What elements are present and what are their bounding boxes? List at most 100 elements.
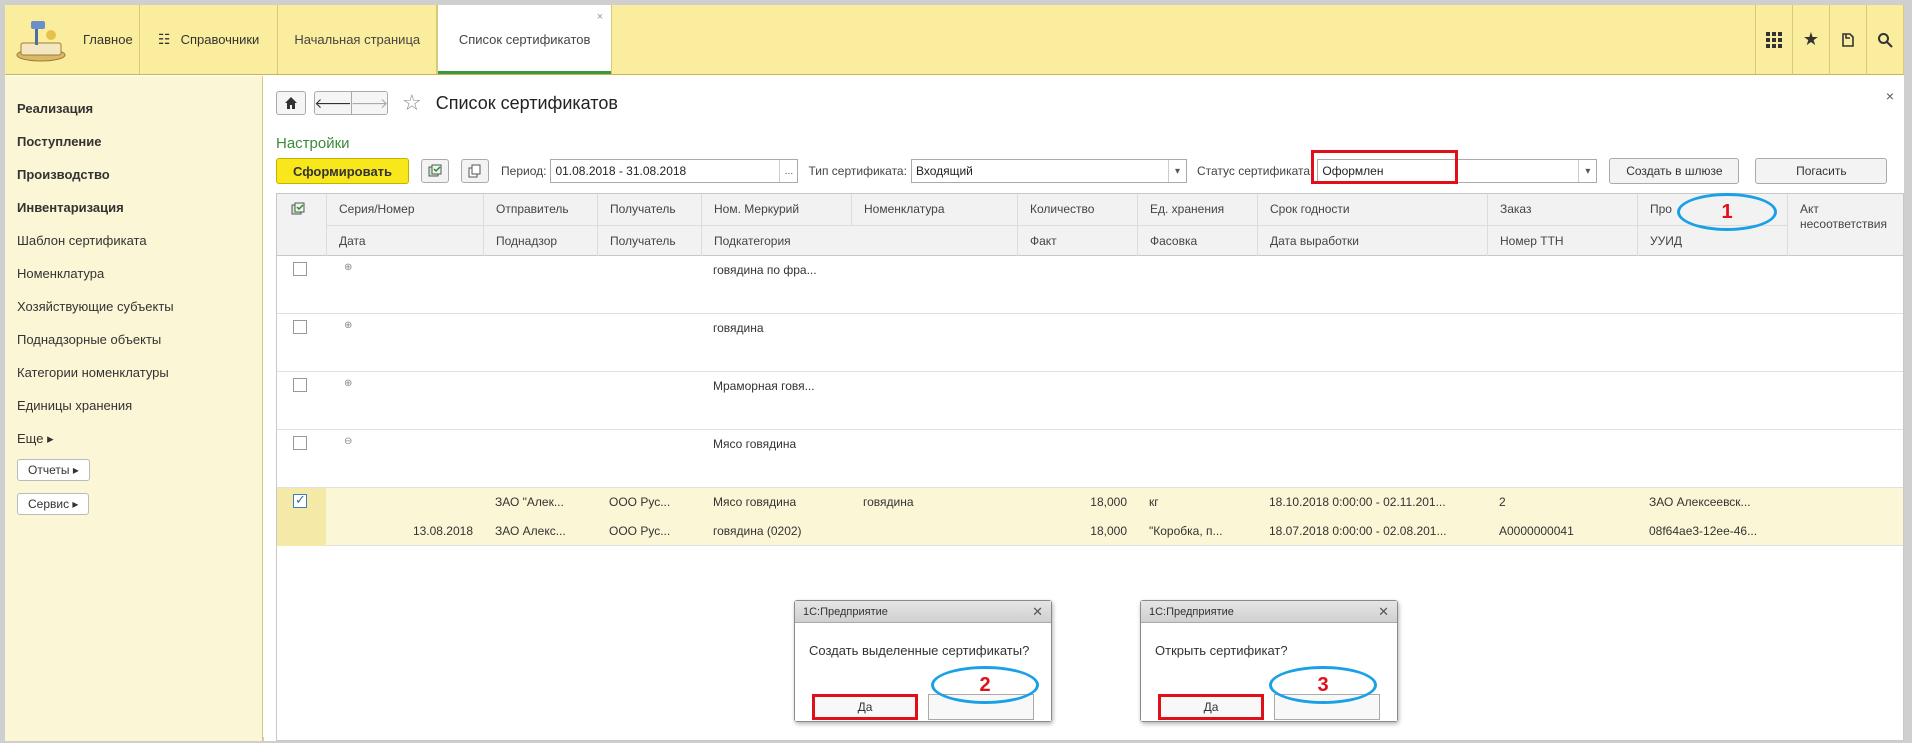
history-icon[interactable] bbox=[1830, 4, 1867, 75]
col-storage-unit[interactable]: Ед. хранения bbox=[1137, 194, 1257, 225]
chevron-down-icon[interactable]: ▾ bbox=[1167, 160, 1186, 182]
period-select-button[interactable]: ... bbox=[779, 160, 797, 182]
period-value: 01.08.2018 - 31.08.2018 bbox=[555, 164, 687, 178]
col-order[interactable]: Заказ bbox=[1487, 194, 1637, 225]
table-row[interactable]: ⊕ Мраморная говя... bbox=[277, 372, 1903, 430]
cell-subcategory: говядина (0202) bbox=[713, 524, 802, 538]
expand-icon[interactable]: ⊕ bbox=[344, 262, 352, 273]
period-label: Период: bbox=[501, 164, 547, 178]
main-content: 🡐 🡒 ☆ Список сертификатов × Настройки Сф… bbox=[264, 76, 1904, 741]
cell-storage-unit: кг bbox=[1149, 495, 1159, 509]
certificate-type-field[interactable]: Входящий ▾ bbox=[910, 159, 1187, 183]
cell-nomenclature: говядина bbox=[863, 495, 914, 509]
collapse-icon[interactable]: ⊖ bbox=[344, 436, 352, 447]
references-label: Справочники bbox=[180, 32, 260, 47]
expand-icon[interactable]: ⊕ bbox=[344, 320, 352, 331]
forward-arrow-icon[interactable]: 🡒 bbox=[351, 92, 387, 114]
certificates-table: Серия/Номер Отправитель Получатель Ном. … bbox=[276, 193, 1904, 741]
sidebar-item-supervised-objects[interactable]: Поднадзорные объекты bbox=[5, 323, 262, 356]
tab-start-page[interactable]: Начальная страница bbox=[278, 5, 438, 74]
col-subcategory[interactable]: Подкатегория bbox=[701, 225, 1017, 256]
col-receiver[interactable]: Получатель bbox=[597, 194, 701, 225]
dialog-close-icon[interactable]: ✕ bbox=[1032, 601, 1043, 623]
cell-producer: ЗАО Алексеевск... bbox=[1649, 495, 1751, 509]
sidebar-item-certificate-template[interactable]: Шаблон сертификата bbox=[5, 224, 262, 257]
table-row[interactable]: ⊖ Мясо говядина bbox=[277, 430, 1903, 488]
cell-uuid: 08f64ae3-12ee-46... bbox=[1649, 524, 1758, 538]
cell-expiry: 18.10.2018 0:00:00 - 02.11.201... bbox=[1269, 495, 1446, 509]
col-fact[interactable]: Факт bbox=[1017, 225, 1137, 256]
sidebar-item-sales[interactable]: Реализация bbox=[5, 92, 262, 125]
redeem-button[interactable]: Погасить bbox=[1755, 158, 1888, 184]
service-button[interactable]: Сервис ▸ bbox=[17, 493, 90, 515]
cell-ttn-number: А0000000041 bbox=[1499, 524, 1574, 538]
col-nomenclature[interactable]: Номенклатура bbox=[851, 194, 1017, 225]
table-row-selected[interactable]: ЗАО "Алек... ООО Рус... Мясо говядина го… bbox=[277, 488, 1903, 546]
sidebar-item-inventory[interactable]: Инвентаризация bbox=[5, 191, 262, 224]
period-field[interactable]: 01.08.2018 - 31.08.2018 ... bbox=[550, 159, 799, 183]
col-production-date[interactable]: Дата выработки bbox=[1257, 225, 1487, 256]
sidebar-item-storage-units[interactable]: Единицы хранения bbox=[5, 389, 262, 422]
cell-order: 2 bbox=[1499, 495, 1506, 509]
check-all-icon[interactable] bbox=[421, 159, 450, 183]
reports-button[interactable]: Отчеты ▸ bbox=[17, 459, 90, 481]
generate-button[interactable]: Сформировать bbox=[276, 158, 410, 184]
col-supervised[interactable]: Поднадзор bbox=[483, 225, 597, 256]
settings-link[interactable]: Настройки bbox=[276, 135, 350, 152]
tab-close-icon[interactable]: × bbox=[597, 11, 603, 23]
certificate-type-label: Тип сертификата: bbox=[808, 164, 907, 178]
chevron-down-icon[interactable]: ▾ bbox=[1578, 160, 1596, 182]
page-title: Список сертификатов bbox=[435, 92, 618, 113]
cell-date: 13.08.2018 bbox=[412, 524, 473, 538]
col-date[interactable]: Дата bbox=[326, 225, 483, 256]
col-nonconformity-act[interactable]: Акт несоответствия bbox=[1787, 194, 1903, 256]
col-ttn-number[interactable]: Номер ТТН bbox=[1487, 225, 1637, 256]
favorite-star-icon[interactable]: ☆ bbox=[402, 90, 422, 116]
header-row: 🡐 🡒 ☆ Список сертификатов bbox=[276, 90, 618, 116]
dialog-title: 1С:Предприятие ✕ bbox=[795, 601, 1051, 623]
col-packaging[interactable]: Фасовка bbox=[1137, 225, 1257, 256]
home-section[interactable]: Главное bbox=[5, 5, 140, 74]
row-checkbox[interactable] bbox=[293, 436, 307, 450]
copy-icon[interactable] bbox=[461, 159, 490, 183]
row-checkbox[interactable] bbox=[293, 262, 307, 276]
search-icon[interactable] bbox=[1867, 4, 1904, 75]
sidebar-item-more[interactable]: Еще ▸ bbox=[5, 422, 262, 455]
tab-certificate-list[interactable]: Список сертификатов × bbox=[437, 5, 613, 74]
apps-grid-icon[interactable] bbox=[1756, 4, 1793, 75]
star-icon[interactable]: ★ bbox=[1793, 4, 1830, 75]
col-series-number[interactable]: Серия/Номер bbox=[326, 194, 483, 225]
cell-sender: ЗАО "Алек... bbox=[495, 495, 564, 509]
dialog-close-icon[interactable]: ✕ bbox=[1378, 601, 1389, 623]
sidebar-item-nomenclature[interactable]: Номенклатура bbox=[5, 257, 262, 290]
col-receiver-2[interactable]: Получатель bbox=[597, 225, 701, 256]
back-arrow-icon[interactable]: 🡐 bbox=[315, 92, 352, 114]
create-in-gateway-button[interactable]: Создать в шлюзе bbox=[1609, 158, 1740, 184]
sidebar-item-business-entities[interactable]: Хозяйствующие субъекты bbox=[5, 290, 262, 323]
references-section[interactable]: ☷ Справочники bbox=[140, 5, 279, 74]
col-expiry[interactable]: Срок годности bbox=[1257, 194, 1487, 225]
group-name: говядина bbox=[713, 321, 764, 335]
home-button[interactable] bbox=[276, 91, 306, 115]
sidebar-item-nomenclature-categories[interactable]: Категории номенклатуры bbox=[5, 356, 262, 389]
list-icon: ☷ bbox=[158, 31, 171, 47]
row-checkbox[interactable] bbox=[293, 320, 307, 334]
sidebar-item-receipts[interactable]: Поступление bbox=[5, 125, 262, 158]
col-sender[interactable]: Отправитель bbox=[483, 194, 597, 225]
sidebar-item-production[interactable]: Производство bbox=[5, 158, 262, 191]
table-row[interactable]: ⊕ говядина по фра... bbox=[277, 256, 1903, 314]
tab-certificate-list-label: Список сертификатов bbox=[458, 32, 591, 47]
row-checkbox-checked[interactable] bbox=[293, 492, 307, 508]
col-mercury-nom[interactable]: Ном. Меркурий bbox=[701, 194, 851, 225]
row-checkbox[interactable] bbox=[293, 378, 307, 392]
cell-supervised: ЗАО Алекс... bbox=[495, 524, 566, 538]
table-row[interactable]: ⊕ говядина bbox=[277, 314, 1903, 372]
close-form-icon[interactable]: × bbox=[1886, 88, 1894, 104]
select-all-icon[interactable] bbox=[277, 194, 326, 225]
dialog-message: Создать выделенные сертификаты? bbox=[809, 643, 1030, 658]
certificate-status-label: Статус сертификата: bbox=[1196, 164, 1314, 178]
expand-icon[interactable]: ⊕ bbox=[344, 378, 352, 389]
col-quantity[interactable]: Количество bbox=[1017, 194, 1137, 225]
dialog-yes-button[interactable]: Да bbox=[1158, 694, 1264, 720]
dialog-yes-button[interactable]: Да bbox=[812, 694, 918, 720]
